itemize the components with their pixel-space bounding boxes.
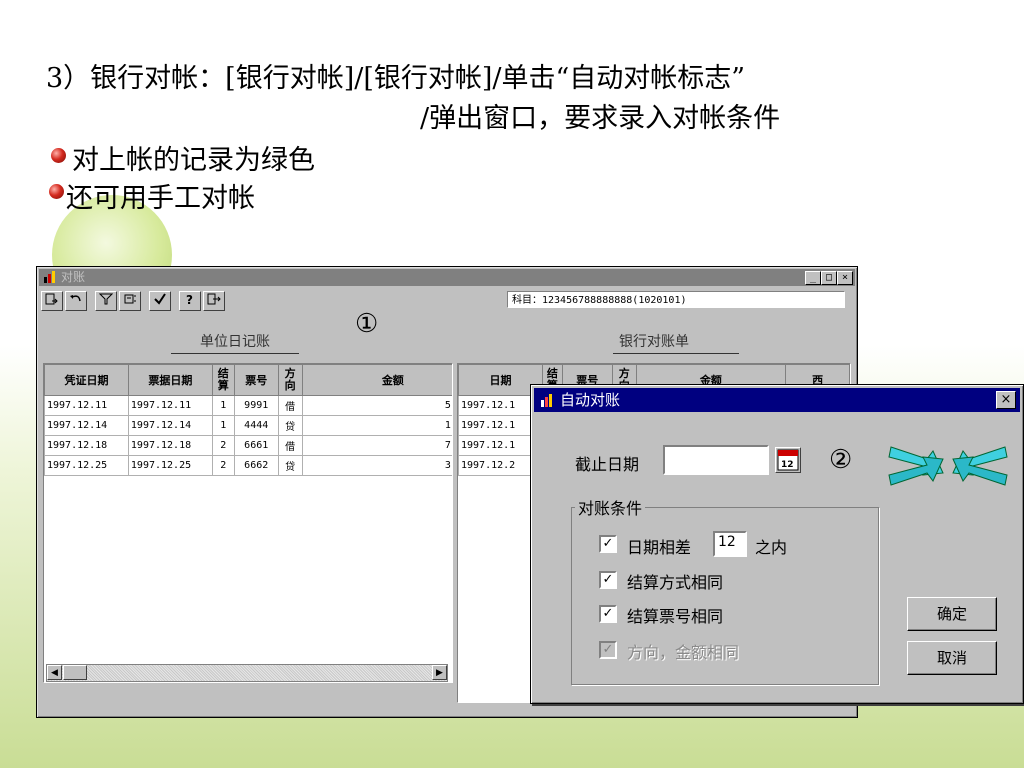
table-cell: 1997.12.11: [127, 395, 213, 416]
merge-arrows-icon: [888, 446, 1008, 486]
account-label: 科目：123456788888888(1020101): [507, 291, 845, 308]
col-header[interactable]: 方向: [277, 364, 303, 396]
table-cell: 1997.12.18: [44, 435, 129, 456]
minimize-button[interactable]: _: [805, 271, 821, 285]
svg-text:12: 12: [781, 460, 794, 470]
table-cell: 3,000.: [301, 455, 452, 476]
close-button[interactable]: ×: [837, 271, 853, 285]
col-header[interactable]: 票号: [233, 364, 279, 396]
cutoff-date-input[interactable]: [663, 445, 769, 475]
company-journal-grid[interactable]: 凭证日期 票据日期 结算 票号 方向 金额 1997.12.11 1997.12…: [43, 363, 453, 683]
table-cell: 2: [211, 455, 235, 476]
check-icon[interactable]: [149, 291, 171, 311]
journal-table: 凭证日期 票据日期 结算 票号 方向 金额 1997.12.11 1997.12…: [44, 364, 452, 476]
bullet-text-2: 还可用手工对帐: [66, 183, 255, 214]
same-method-checkbox[interactable]: ✓: [599, 571, 617, 589]
table-cell: 1,000.: [301, 415, 452, 436]
table-cell: 9991: [233, 395, 279, 416]
table-cell: 5,000.: [301, 395, 452, 416]
auto-reconcile-dialog: 自动对账 × 截止日期 12 ② 对账条件 ✓ 日期相差 12 之内 ✓ 结算方…: [530, 384, 1024, 704]
scroll-left-icon[interactable]: ◀: [47, 665, 62, 680]
same-method-label: 结算方式相同: [627, 573, 724, 592]
calendar-icon[interactable]: 12: [775, 447, 801, 473]
scroll-thumb[interactable]: [63, 665, 87, 680]
slide-heading-line1: 3）银行对帐：[银行对帐]/[银行对帐]/单击“自动对帐标志”: [46, 63, 746, 94]
table-cell: 1997.12.25: [127, 455, 213, 476]
table-cell: 6662: [233, 455, 279, 476]
filter-icon[interactable]: [95, 291, 117, 311]
marker-2: ②: [829, 445, 853, 475]
table-cell: 贷: [277, 455, 303, 476]
table-cell: 1997.12.18: [127, 435, 213, 456]
dialog-titlebar[interactable]: 自动对账 ×: [534, 388, 1020, 412]
dialog-title: 自动对账: [560, 391, 621, 409]
undo-icon[interactable]: [65, 291, 87, 311]
table-row[interactable]: 1997.12.25 1997.12.25 2 6662 贷 3,000.: [44, 455, 452, 476]
ok-button[interactable]: 确定: [907, 597, 997, 631]
locate-icon[interactable]: [119, 291, 141, 311]
cancel-button[interactable]: 取消: [907, 641, 997, 675]
same-number-checkbox[interactable]: ✓: [599, 605, 617, 623]
date-diff-suffix: 之内: [755, 538, 788, 557]
bullet-icon: [51, 148, 66, 163]
svg-text:?: ?: [186, 293, 193, 306]
table-cell: 1997.12.14: [44, 415, 129, 436]
col-header[interactable]: 金额: [301, 364, 452, 396]
left-section-title: 单位日记账: [200, 334, 270, 350]
same-direction-checkbox: ✓: [599, 641, 617, 659]
app-icon: [44, 271, 55, 283]
table-cell: 1997.12.25: [44, 455, 129, 476]
same-direction-label: 方向，金额相同: [627, 643, 740, 662]
conditions-group-label: 对账条件: [575, 495, 646, 519]
date-diff-input[interactable]: 12: [713, 531, 747, 557]
table-cell: 贷: [277, 415, 303, 436]
export-icon[interactable]: [41, 291, 63, 311]
left-title-underline: [171, 353, 299, 354]
right-title-underline: [613, 353, 739, 354]
table-row[interactable]: 1997.12.14 1997.12.14 1 4444 贷 1,000.: [44, 415, 452, 436]
col-header[interactable]: 凭证日期: [44, 364, 129, 396]
window-title: 对账: [61, 270, 86, 284]
table-cell: 1997.12.14: [127, 415, 213, 436]
maximize-button[interactable]: □: [821, 271, 837, 285]
window-titlebar[interactable]: 对账 _ □ ×: [39, 269, 855, 286]
table-cell: 2: [211, 435, 235, 456]
marker-1: ①: [355, 309, 379, 339]
slide-heading-line2: /弹出窗口，要求录入对帐条件: [420, 103, 781, 134]
same-number-label: 结算票号相同: [627, 607, 724, 626]
table-cell: 借: [277, 435, 303, 456]
table-cell: 1: [211, 395, 235, 416]
table-cell: 4444: [233, 415, 279, 436]
table-cell: 1997.12.11: [44, 395, 129, 416]
date-diff-checkbox[interactable]: ✓: [599, 535, 617, 553]
table-cell: 1: [211, 415, 235, 436]
app-icon: [541, 394, 552, 407]
table-cell: 6661: [233, 435, 279, 456]
col-header[interactable]: 票据日期: [127, 364, 213, 396]
table-cell: 7,000.: [301, 435, 452, 456]
scroll-right-icon[interactable]: ▶: [432, 665, 447, 680]
help-icon[interactable]: ?: [179, 291, 201, 311]
table-row[interactable]: 1997.12.18 1997.12.18 2 6661 借 7,000.: [44, 435, 452, 456]
cutoff-date-label: 截止日期: [575, 455, 640, 474]
horizontal-scrollbar[interactable]: ◀ ▶: [46, 664, 448, 682]
date-diff-label: 日期相差: [627, 538, 692, 557]
right-section-title: 银行对账单: [619, 334, 689, 350]
table-row[interactable]: 1997.12.11 1997.12.11 1 9991 借 5,000.: [44, 395, 452, 416]
bullet-text-1: 对上帐的记录为绿色: [72, 145, 315, 176]
exit-icon[interactable]: [203, 291, 225, 311]
close-button[interactable]: ×: [996, 391, 1016, 409]
col-header[interactable]: 结算: [211, 364, 235, 396]
bullet-icon: [49, 184, 64, 199]
table-cell: 借: [277, 395, 303, 416]
